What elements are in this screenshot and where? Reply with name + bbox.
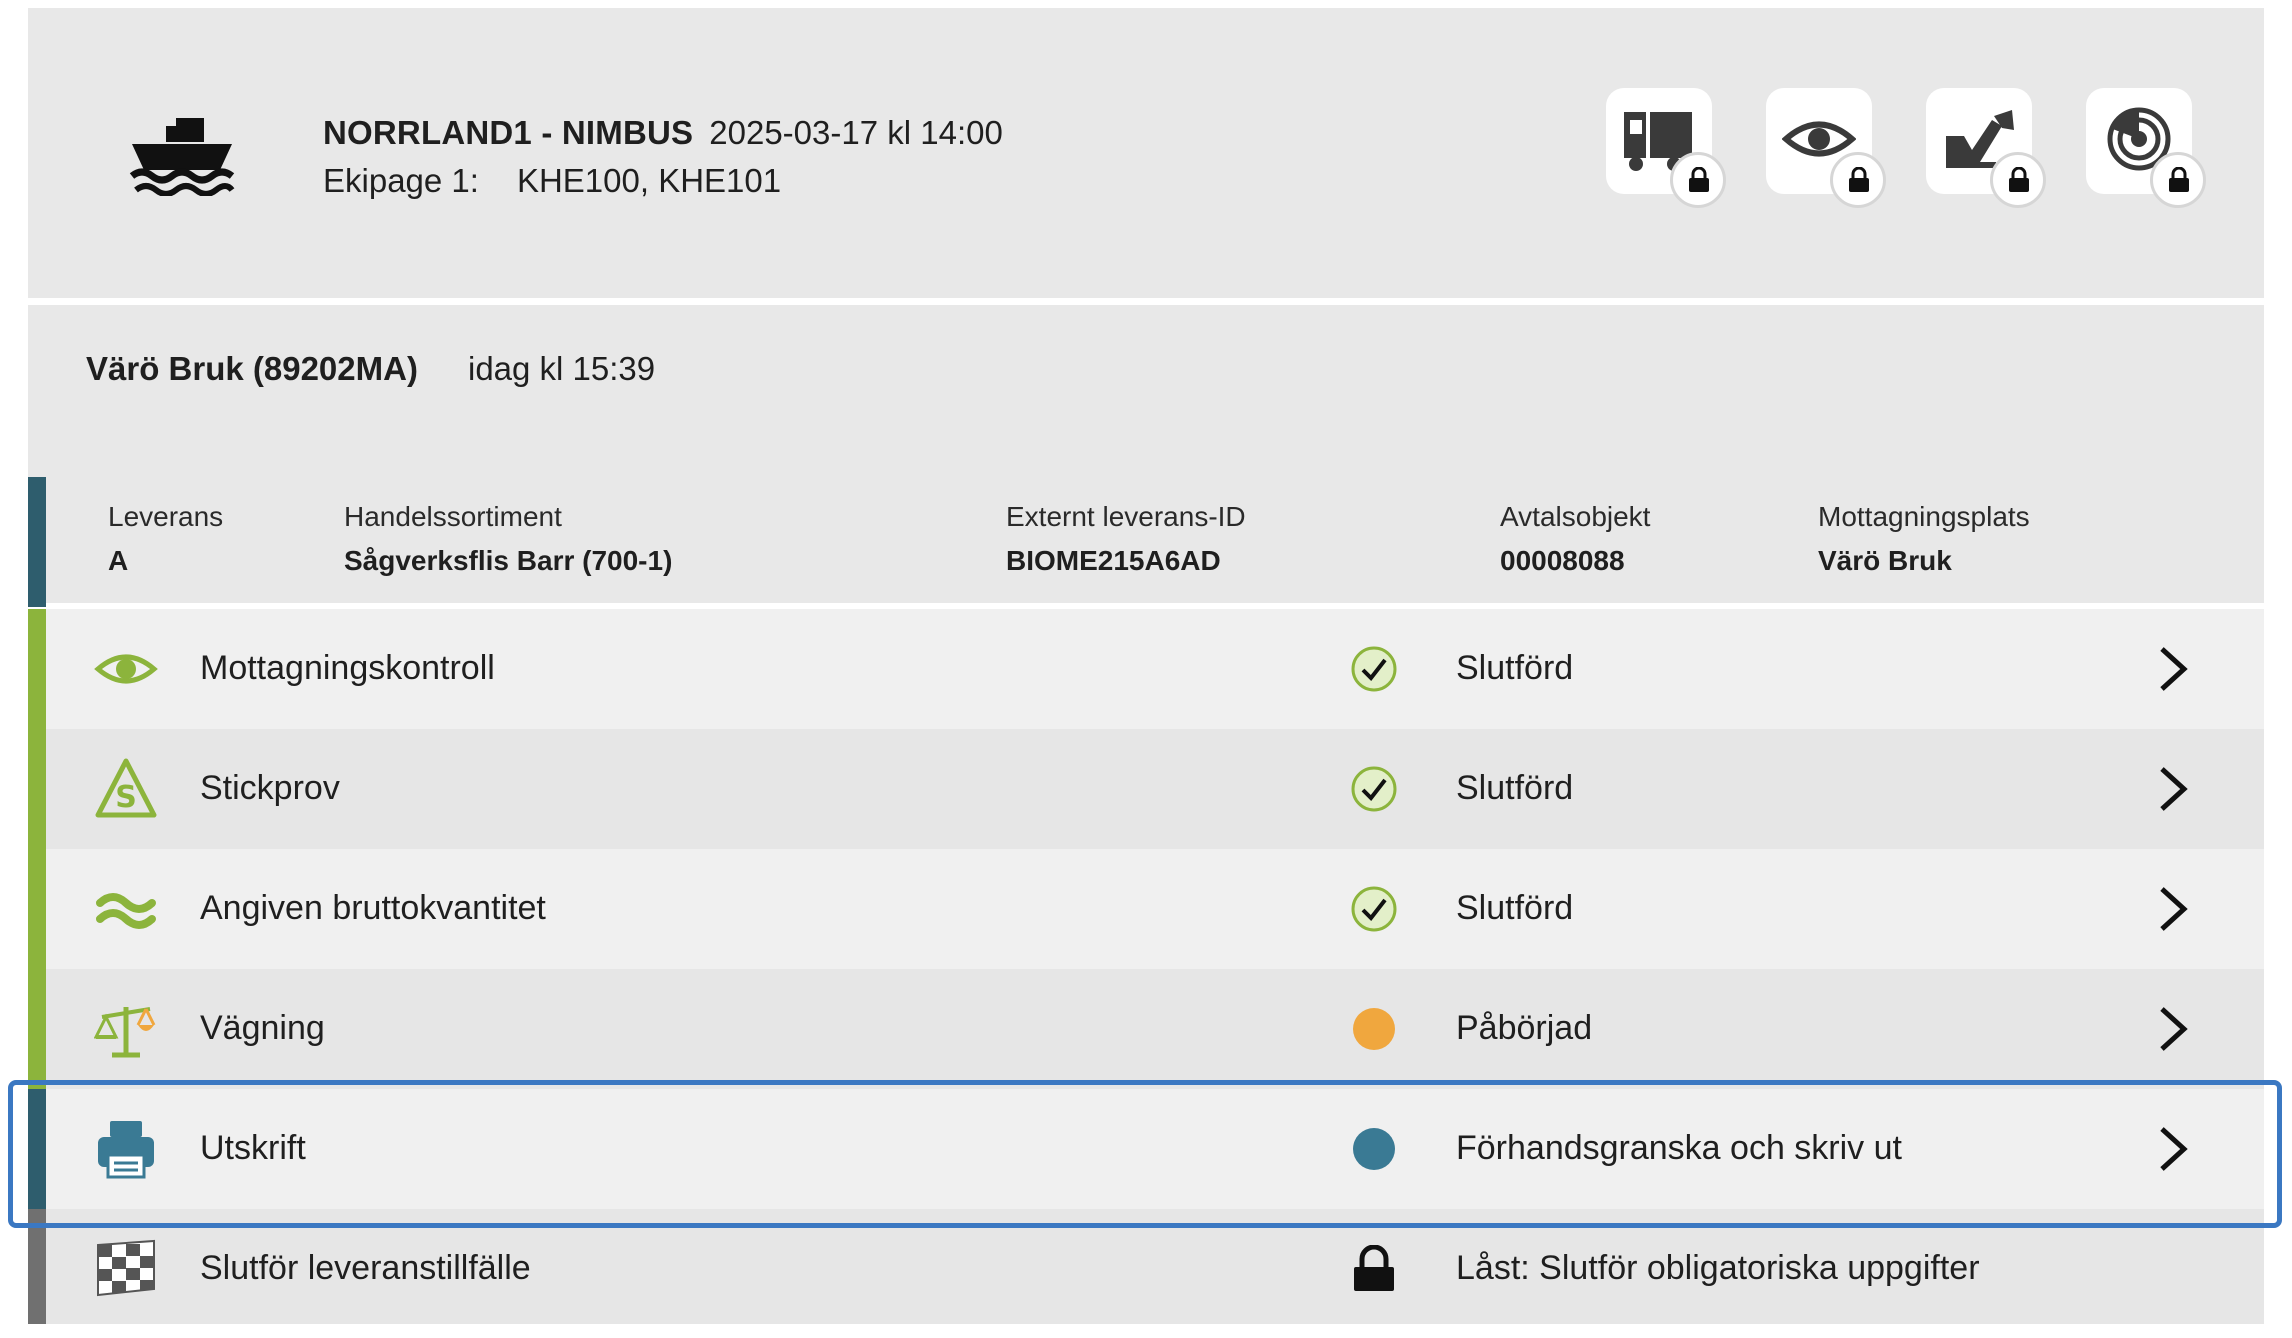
field-value: 00008088 (1500, 545, 1625, 576)
task-status: Slutförd (1456, 649, 1574, 687)
field-value: BIOME215A6AD (1006, 545, 1221, 576)
field-label: Externt leverans-ID (1006, 501, 1246, 532)
loader-tool-button[interactable] (1926, 88, 2046, 208)
ekipage-line: Ekipage 1: KHE100, KHE101 (323, 162, 781, 200)
checkmark-circle-icon (1351, 646, 1397, 692)
vessel-datetime: 2025-03-17 kl 14:00 (709, 114, 1003, 151)
lock-icon (1354, 1245, 1394, 1291)
svg-text:S: S (115, 780, 137, 815)
header-panel: NORRLAND1 - NIMBUS 2025-03-17 kl 14:00 Ek… (28, 8, 2264, 298)
status-ready-dot-icon (1353, 1128, 1395, 1170)
task-accent-bar (28, 1089, 46, 1209)
ekipage-vehicles: KHE100, KHE101 (516, 162, 782, 199)
field-label: Leverans (108, 501, 224, 532)
truck-tool-button[interactable] (1606, 88, 1726, 208)
task-list: Mottagningskontroll Slutförd S Stickprov… (28, 609, 2264, 1324)
chevron-right-icon[interactable] (2156, 1003, 2190, 1055)
eye-icon (94, 654, 158, 684)
delivery-field-external-id: Externt leverans-ID BIOME215A6AD (1006, 501, 1246, 577)
task-accent-bar (28, 1209, 46, 1324)
ekipage-label: Ekipage 1: (323, 162, 479, 199)
task-row-utskrift[interactable]: Utskrift Förhandsgranska och skriv ut (28, 1089, 2264, 1209)
scale-icon (94, 1007, 156, 1058)
lock-icon (1670, 152, 1726, 208)
printer-icon (98, 1121, 154, 1179)
task-status: Låst: Slutför obligatoriska uppgifter (1456, 1249, 1980, 1287)
delivery-field-mottagningsplats: Mottagningsplats Värö Bruk (1818, 501, 2030, 577)
task-name: Mottagningskontroll (200, 649, 495, 687)
task-row-bruttokvantitet[interactable]: Angiven bruttokvantitet Slutförd (28, 849, 2264, 969)
inspection-tool-button[interactable] (1766, 88, 1886, 208)
task-accent-bar (28, 969, 46, 1089)
task-accent-bar (28, 849, 46, 969)
task-accent-bar (28, 609, 46, 729)
task-status: Slutförd (1456, 769, 1574, 807)
task-row-stickprov[interactable]: S Stickprov Slutförd (28, 729, 2264, 849)
vessel-title-line: NORRLAND1 - NIMBUS 2025-03-17 kl 14:00 (323, 114, 1003, 152)
task-name: Vägning (200, 1009, 325, 1047)
lock-icon (1830, 152, 1886, 208)
task-row-slutfor[interactable]: Slutför leveranstillfälle Låst: Slutför … (28, 1209, 2264, 1324)
lock-icon (1990, 152, 2046, 208)
field-value: A (108, 545, 129, 576)
delivery-field-avtalsobjekt: Avtalsobjekt 00008088 (1500, 501, 1650, 577)
site-name: Värö Bruk (89202MA) (86, 350, 418, 387)
delivery-info: Leverans A Handelssortiment Sågverksflis… (28, 473, 2264, 607)
task-name: Stickprov (200, 769, 340, 807)
checkmark-circle-icon (1351, 886, 1397, 932)
checkmark-circle-icon (1351, 766, 1397, 812)
task-row-mottagningskontroll[interactable]: Mottagningskontroll Slutförd (28, 609, 2264, 729)
chevron-right-icon[interactable] (2156, 883, 2190, 935)
delivery-field-handelssortiment: Handelssortiment Sågverksflis Barr (700-… (344, 501, 672, 577)
wave-icon (96, 893, 156, 929)
task-row-vagning[interactable]: Vägning Påbörjad (28, 969, 2264, 1089)
task-accent-bar (28, 729, 46, 849)
field-label: Handelssortiment (344, 501, 562, 532)
chevron-right-icon[interactable] (2156, 643, 2190, 695)
lock-icon (2150, 152, 2206, 208)
status-started-dot-icon (1353, 1008, 1395, 1050)
checkered-flag-icon (97, 1239, 155, 1297)
task-status: Påbörjad (1456, 1009, 1593, 1047)
task-name: Slutför leveranstillfälle (200, 1249, 531, 1287)
delivery-accent-bar (28, 477, 46, 607)
field-label: Mottagningsplats (1818, 501, 2030, 532)
chevron-right-icon[interactable] (2156, 1123, 2190, 1175)
sample-icon: S (95, 758, 157, 818)
delivery-field-leverans: Leverans A (108, 501, 223, 577)
task-status: Förhandsgranska och skriv ut (1456, 1129, 1902, 1167)
task-name: Utskrift (200, 1129, 306, 1167)
task-status: Slutförd (1456, 889, 1574, 927)
task-name: Angiven bruttokvantitet (200, 889, 546, 927)
chevron-right-icon[interactable] (2156, 763, 2190, 815)
site-time: idag kl 15:39 (468, 350, 656, 387)
field-value: Sågverksflis Barr (700-1) (344, 545, 673, 576)
measurement-tool-button[interactable] (2086, 88, 2206, 208)
field-label: Avtalsobjekt (1500, 501, 1651, 532)
ship-icon (129, 118, 235, 196)
vessel-name: NORRLAND1 - NIMBUS (323, 114, 694, 151)
field-value: Värö Bruk (1818, 545, 1952, 576)
site-panel: Värö Bruk (89202MA) idag kl 15:39 (28, 305, 2264, 473)
